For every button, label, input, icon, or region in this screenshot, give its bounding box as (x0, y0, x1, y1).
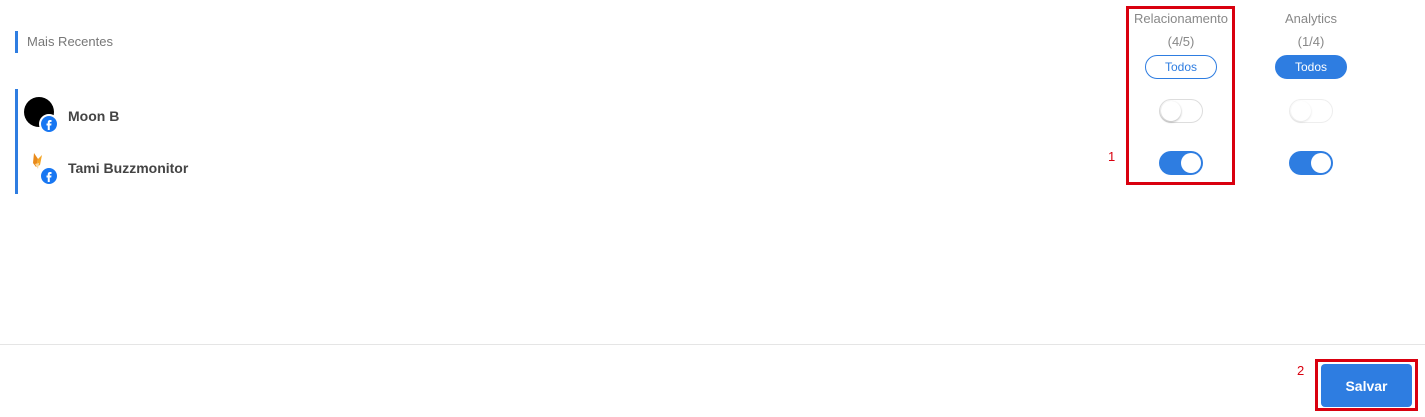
toggle-tami-analytics[interactable] (1289, 151, 1333, 175)
toggle-moon-b-analytics[interactable] (1289, 99, 1333, 123)
section-label: Mais Recentes (15, 31, 113, 53)
annotation-box-1 (1126, 6, 1235, 185)
facebook-icon (39, 114, 59, 134)
todos-button-analytics[interactable]: Todos (1275, 55, 1347, 79)
column-title: Analytics (1284, 11, 1338, 26)
profile-row-tami-buzzmonitor: Tami Buzzmonitor (24, 148, 284, 188)
profile-name: Tami Buzzmonitor (68, 160, 189, 176)
avatar (24, 97, 64, 135)
footer-divider (0, 344, 1425, 345)
profile-name: Moon B (68, 108, 120, 124)
facebook-icon (39, 166, 59, 186)
save-button[interactable]: Salvar (1321, 364, 1412, 407)
annotation-marker-2: 2 (1297, 363, 1305, 378)
annotation-marker-1: 1 (1108, 149, 1116, 164)
profile-list: Moon B Tami Buzzmonitor (15, 89, 315, 194)
profile-row-moon-b: Moon B (24, 96, 284, 136)
column-header-analytics: Analytics (1/4) Todos (1256, 11, 1366, 79)
column-count: (1/4) (1297, 34, 1325, 49)
avatar (24, 149, 64, 187)
